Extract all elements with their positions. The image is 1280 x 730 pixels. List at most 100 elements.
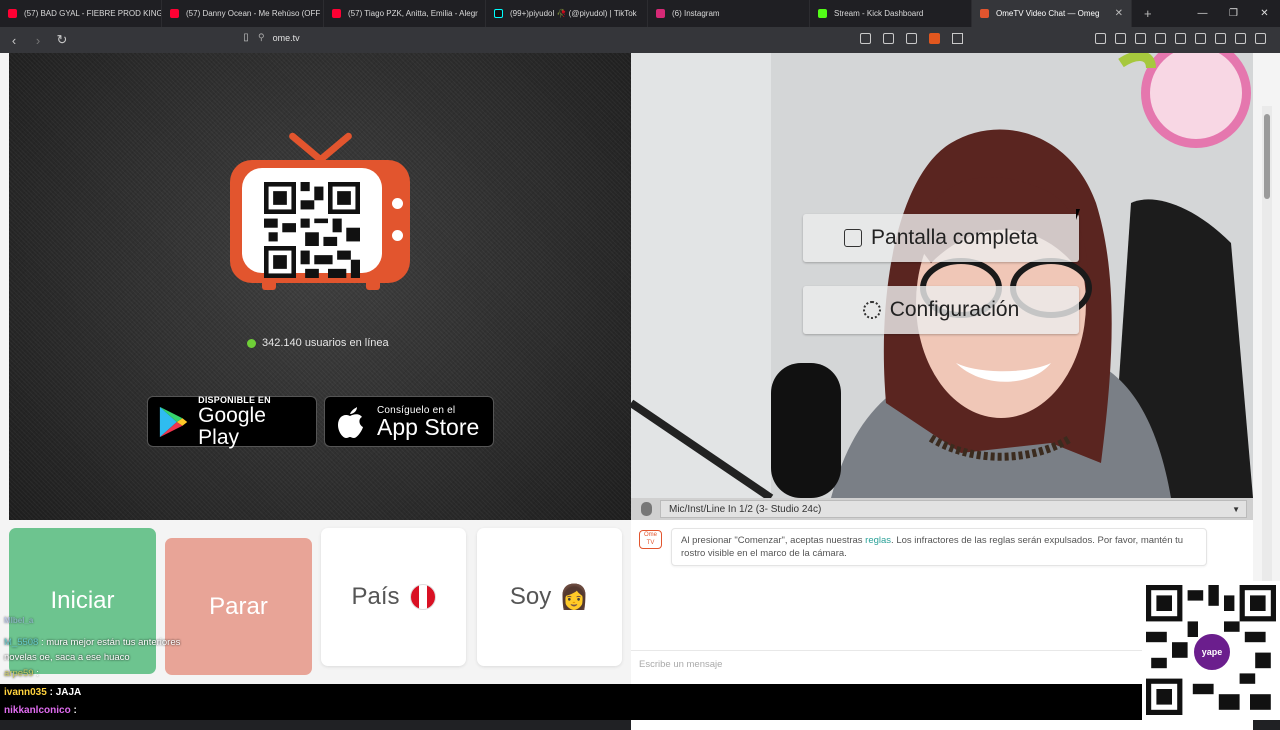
mic-device-value: Mic/Inst/Line In 1/2 (3- Studio 24c) [669, 503, 822, 515]
mouse-cursor [1076, 209, 1084, 220]
remote-video-feed [631, 53, 1253, 498]
ometv-tv-logo [230, 128, 410, 293]
stream-chat-line: M_5508 : mura mejor están tus anteriores… [4, 637, 181, 663]
browser-tab[interactable]: (99+)piyudol 🥀 (@piyudol) | TikTok [486, 0, 648, 27]
back-icon[interactable]: ‹ [4, 33, 24, 48]
ometv-page: 342.140 usuarios en línea DISPONIBLE EN … [0, 53, 1280, 730]
tab-title: (6) Instagram [672, 9, 720, 18]
gender-button[interactable]: Soy 👩 [477, 528, 622, 666]
stop-label: Parar [209, 592, 268, 620]
youtube-icon [8, 9, 17, 18]
browser-toolbar: ‹ › ↻ ▯ ⚲ ome.tv [0, 27, 1280, 53]
youtube-icon [332, 9, 341, 18]
settings-label: Configuración [889, 298, 1020, 321]
stream-chat-line: arpe59 : [4, 668, 39, 679]
cast-icon[interactable] [860, 33, 871, 44]
tab-title: (57) Tiago PZK, Anitta, Emilia - Alegr [348, 9, 478, 18]
browser-tab[interactable]: Stream - Kick Dashboard [810, 0, 972, 27]
minimize-icon[interactable]: — [1187, 0, 1218, 27]
new-tab-icon[interactable]: + [1132, 6, 1164, 21]
peru-flag-icon [409, 584, 436, 610]
menu-icon[interactable] [1255, 33, 1266, 44]
browser-tab[interactable]: (57) BAD GYAL - FIEBRE PROD KING [0, 0, 162, 27]
app-store-big: App Store [377, 414, 480, 440]
toolbar-middle-icons [860, 33, 963, 44]
wallet-icon[interactable] [1195, 33, 1206, 44]
tab-title: (57) BAD GYAL - FIEBRE PROD KING [24, 9, 162, 18]
qr-code-icon [264, 182, 360, 278]
tab-title: OmeTV Video Chat — Omeg [996, 9, 1100, 18]
reload-icon[interactable]: ↻ [52, 32, 72, 48]
tab-strip: (57) BAD GYAL - FIEBRE PROD KING (57) Da… [0, 0, 1280, 27]
google-play-small: DISPONIBLE EN [198, 394, 271, 405]
system-message: Al presionar "Comenzar", aceptas nuestra… [671, 528, 1207, 566]
gear-icon [862, 301, 881, 319]
address-bar[interactable]: ⚲ ome.tv [258, 32, 300, 43]
fullscreen-button[interactable]: Pantalla completa [803, 214, 1079, 262]
donation-qr: yape [1142, 581, 1280, 720]
rules-prefix: Al presionar "Comenzar", aceptas nuestra… [681, 535, 866, 546]
country-label: País [351, 583, 400, 610]
vpn-icon[interactable] [1235, 33, 1246, 44]
tiktok-icon [494, 9, 503, 18]
maximize-icon[interactable]: ❐ [1218, 0, 1249, 27]
stream-chat-line: ivann035 : JAJA [4, 687, 82, 698]
remote-video-panel: Pantalla completa Configuración [631, 53, 1253, 498]
brave-rewards-icon[interactable] [952, 33, 963, 44]
app-store-button[interactable]: Consíguelo en el App Store [324, 396, 494, 447]
fullscreen-icon [844, 229, 863, 247]
online-count-text: 342.140 usuarios en línea [262, 337, 389, 349]
ometv-chat-logo: Ome TV [639, 530, 662, 549]
browser-tab[interactable]: (57) Tiago PZK, Anitta, Emilia - Alegr [324, 0, 486, 27]
puzzle-icon[interactable] [1115, 33, 1126, 44]
tab-title: (99+)piyudol 🥀 (@piyudol) | TikTok [510, 9, 637, 18]
url-text: ome.tv [272, 32, 300, 43]
youtube-icon [170, 9, 179, 18]
start-label: Iniciar [50, 587, 115, 614]
extension-icon[interactable] [1095, 33, 1106, 44]
woman-emoji-icon: 👩 [559, 583, 590, 611]
browser-tab[interactable]: (6) Instagram [648, 0, 810, 27]
bookmark-icon[interactable]: ▯ [236, 32, 256, 43]
google-play-big: Google Play [198, 403, 266, 449]
close-window-icon[interactable]: ✕ [1249, 0, 1280, 27]
stream-chat-bar [0, 684, 1142, 720]
ometv-icon [980, 9, 989, 18]
music-icon[interactable] [1155, 33, 1166, 44]
apple-icon [338, 406, 363, 438]
mic-selector-bar: Mic/Inst/Line In 1/2 (3- Studio 24c) ▼ [631, 498, 1253, 520]
stream-chat-line: Mlbel_a [4, 616, 34, 625]
window-controls: — ❐ ✕ [1187, 0, 1280, 27]
leo-icon[interactable] [1215, 33, 1226, 44]
translate-icon[interactable] [883, 33, 894, 44]
browser-tab-active[interactable]: OmeTV Video Chat — Omeg ✕ [972, 0, 1132, 27]
page-scrollbar[interactable] [1262, 106, 1272, 636]
local-video-panel: 342.140 usuarios en línea DISPONIBLE EN … [9, 53, 631, 520]
gender-label: Soy [509, 583, 552, 610]
online-dot-icon [247, 338, 256, 348]
message-placeholder: Escribe un mensaje [639, 659, 723, 670]
google-play-icon [159, 406, 188, 437]
instagram-icon [656, 9, 665, 18]
tab-title: (57) Danny Ocean - Me Rehúso (OFF [186, 9, 321, 18]
online-counter: 342.140 usuarios en línea [247, 337, 389, 349]
site-info-icon[interactable]: ⚲ [258, 32, 265, 43]
screenshot-icon[interactable] [1135, 33, 1146, 44]
google-play-button[interactable]: DISPONIBLE EN Google Play [147, 394, 317, 449]
yape-logo: yape [1192, 632, 1232, 672]
rules-link[interactable]: reglas [865, 535, 891, 546]
forward-icon[interactable]: › [28, 33, 48, 48]
settings-button[interactable]: Configuración [803, 286, 1079, 334]
scrollbar-thumb[interactable] [1264, 114, 1270, 199]
toolbar-right-icons [1095, 33, 1266, 44]
kick-icon [818, 9, 827, 18]
tab-title: Stream - Kick Dashboard [834, 9, 924, 18]
browser-tab[interactable]: (57) Danny Ocean - Me Rehúso (OFF [162, 0, 324, 27]
microphone-icon [641, 502, 652, 516]
close-tab-icon[interactable]: ✕ [1115, 8, 1123, 19]
country-button[interactable]: País [321, 528, 466, 666]
mic-device-select[interactable]: Mic/Inst/Line In 1/2 (3- Studio 24c) ▼ [660, 500, 1247, 518]
share-icon[interactable] [906, 33, 917, 44]
brave-shield-icon[interactable] [929, 33, 940, 44]
sidebar-icon[interactable] [1175, 33, 1186, 44]
